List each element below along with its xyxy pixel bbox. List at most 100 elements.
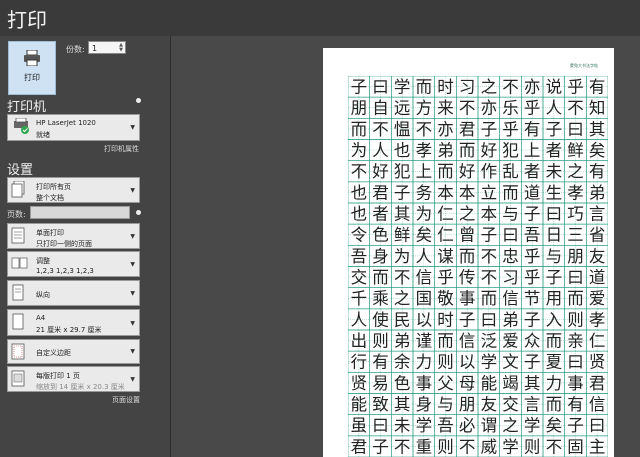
copies-value: 1	[92, 44, 98, 53]
orientation-label: 纵向	[36, 291, 50, 299]
grid-character: 三	[567, 226, 584, 245]
grid-character: 习	[459, 78, 476, 97]
pages-per-sheet-icon	[11, 370, 25, 387]
printer-icon	[24, 50, 40, 66]
printer-section-title: 打印机	[7, 100, 47, 115]
grid-character: 学	[394, 78, 411, 97]
grid-character: 者	[546, 141, 563, 160]
grid-character: 而	[437, 162, 454, 181]
grid-character: 贤	[589, 353, 606, 372]
grid-character: 人	[416, 247, 433, 266]
grid-character: 则	[372, 332, 389, 351]
grid-character: 不	[567, 99, 584, 118]
grid-character: 朋	[567, 247, 584, 266]
sides-sub: 只打印一侧的页面	[36, 240, 92, 248]
paper-size-icon	[12, 313, 24, 330]
grid-character: 子	[567, 416, 584, 435]
grid-character: 言	[589, 205, 606, 224]
info-icon[interactable]	[136, 210, 141, 215]
pages-label: 页数:	[7, 210, 26, 219]
grid-character: 乱	[502, 162, 519, 181]
grid-character: 时	[437, 78, 454, 97]
chevron-down-icon: ▼	[130, 124, 135, 131]
paper-size-label: A4	[36, 314, 46, 322]
grid-character: 道	[589, 268, 606, 287]
margins-icon	[11, 343, 25, 360]
grid-character: 事	[416, 374, 433, 393]
grid-character: 不	[481, 268, 498, 287]
grid-character: 鲜	[394, 226, 411, 245]
pages-per-sheet-select[interactable]: 每版打印 1 页 缩放到 14 厘米 x 20.3 厘米 ▼	[7, 366, 140, 392]
grid-character: 者	[372, 205, 389, 224]
grid-character: 不	[502, 78, 519, 97]
grid-character: 谋	[437, 247, 454, 266]
grid-character: 犯	[502, 141, 519, 160]
grid-character: 谨	[416, 332, 433, 351]
copies-input[interactable]: 1 ▲ ▼	[88, 41, 126, 54]
grid-character: 孝	[416, 141, 433, 160]
grid-character: 爱	[589, 289, 606, 308]
grid-character: 也	[351, 183, 368, 202]
printer-status: 就绪	[36, 131, 50, 139]
orientation-select[interactable]: 纵向 ▼	[7, 280, 140, 306]
grid-character: 能	[481, 374, 498, 393]
grid-character: 乐	[502, 99, 519, 118]
collate-select[interactable]: 调整 1,2,3 1,2,3 1,2,3 ▼	[7, 251, 140, 277]
grid-character: 好	[481, 141, 498, 160]
print-range-select[interactable]: 打印所有页 整个文档 ▼	[7, 177, 140, 203]
grid-character: 而	[372, 268, 389, 287]
grid-character: 为	[394, 247, 411, 266]
grid-character: 友	[589, 247, 606, 266]
grid-character: 之	[567, 162, 584, 181]
grid-character: 矣	[546, 416, 563, 435]
pages-input[interactable]	[30, 206, 130, 219]
grid-character: 而	[502, 183, 519, 202]
grid-character: 不	[416, 120, 433, 139]
grid-character: 不	[372, 120, 389, 139]
grid-character: 也	[394, 141, 411, 160]
chevron-down-icon: ▼	[130, 261, 135, 268]
grid-character: 矣	[589, 141, 606, 160]
chevron-down-icon: ▼	[130, 376, 135, 383]
grid-character: 子	[546, 120, 563, 139]
grid-character: 子	[394, 183, 411, 202]
print-button-label: 打印	[24, 73, 40, 82]
printer-properties-link[interactable]: 打印机属性	[104, 144, 139, 154]
grid-character: 不	[481, 247, 498, 266]
sides-label: 单面打印	[36, 229, 64, 237]
grid-character: 道	[524, 183, 541, 202]
margins-select[interactable]: 自定义边距 ▼	[7, 339, 140, 364]
settings-section-title: 设置	[7, 163, 34, 178]
grid-character: 巧	[567, 205, 584, 224]
grid-character: 而	[481, 289, 498, 308]
grid-character: 自	[372, 99, 389, 118]
grid-character: 有	[589, 78, 606, 97]
grid-character: 虽	[351, 416, 368, 435]
collate-sub: 1,2,3 1,2,3 1,2,3	[36, 267, 94, 275]
grid-character: 弟	[437, 141, 454, 160]
grid-character: 而	[437, 332, 454, 351]
grid-character: 夏	[546, 353, 563, 372]
grid-character: 吾	[524, 226, 541, 245]
grid-character: 其	[589, 120, 606, 139]
copies-stepper[interactable]: ▲ ▼	[119, 43, 123, 53]
grid-character: 上	[524, 141, 541, 160]
page-setup-link[interactable]: 页面设置	[112, 395, 140, 405]
grid-character: 乎	[524, 247, 541, 266]
print-preview-area: 蒙兔大书法字帖 子曰学而时习之不亦说乎有朋自远方来不亦乐乎人不知而不愠不亦君子乎…	[171, 36, 640, 457]
paper-size-select[interactable]: A4 21 厘米 x 29.7 厘米 ▼	[7, 309, 140, 336]
printer-select[interactable]: HP LaserJet 1020 就绪 ▼	[7, 114, 140, 141]
preview-page: 蒙兔大书法字帖 子曰学而时习之不亦说乎有朋自远方来不亦乐乎人不知而不愠不亦君子乎…	[323, 48, 614, 457]
info-icon[interactable]	[136, 98, 141, 103]
sides-select[interactable]: 单面打印 只打印一侧的页面 ▼	[7, 223, 140, 249]
print-button[interactable]: 打印	[8, 41, 56, 95]
grid-character: 远	[394, 99, 411, 118]
grid-character: 事	[567, 374, 584, 393]
grid-character: 习	[502, 268, 519, 287]
grid-character: 未	[394, 416, 411, 435]
grid-character: 与	[502, 205, 519, 224]
printer-ready-icon	[14, 118, 29, 134]
pages-per-sheet-sub: 缩放到 14 厘米 x 20.3 厘米	[36, 383, 125, 391]
grid-character: 有	[589, 162, 606, 181]
paper-size-sub: 21 厘米 x 29.7 厘米	[36, 326, 102, 334]
